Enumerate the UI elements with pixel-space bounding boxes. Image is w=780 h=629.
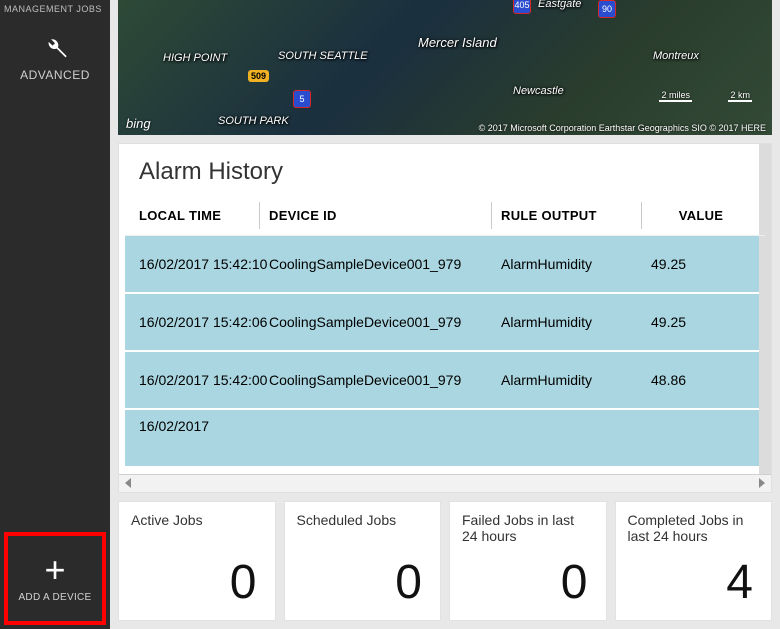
cell-value: 48.86 bbox=[651, 372, 751, 388]
tile-value: 0 bbox=[297, 555, 429, 610]
sidebar-item-advanced[interactable]: ADVANCED bbox=[0, 34, 110, 82]
tile-scheduled-jobs[interactable]: Scheduled Jobs 0 bbox=[284, 501, 442, 621]
map-route-509: 509 bbox=[248, 70, 269, 82]
cell-rule: AlarmHumidity bbox=[501, 314, 651, 330]
bing-logo: bing bbox=[126, 116, 151, 131]
tile-value: 0 bbox=[462, 555, 594, 610]
tile-active-jobs[interactable]: Active Jobs 0 bbox=[118, 501, 276, 621]
table-row[interactable]: 16/02/2017 15:42:10 CoolingSampleDevice0… bbox=[125, 236, 765, 294]
tile-label: Failed Jobs in last 24 hours bbox=[462, 512, 594, 544]
col-local-time[interactable]: LOCAL TIME bbox=[139, 208, 269, 223]
plus-icon: + bbox=[12, 552, 98, 588]
tile-failed-jobs[interactable]: Failed Jobs in last 24 hours 0 bbox=[449, 501, 607, 621]
map-label-newcastle: Newcastle bbox=[513, 85, 564, 97]
table-row[interactable]: 16/02/2017 bbox=[125, 410, 765, 468]
map-label-mercer-island: Mercer Island bbox=[418, 35, 497, 50]
cell-value: 49.25 bbox=[651, 314, 751, 330]
vertical-scrollbar[interactable] bbox=[759, 144, 771, 474]
horizontal-scrollbar[interactable] bbox=[119, 474, 771, 492]
advanced-label: ADVANCED bbox=[0, 68, 110, 82]
cell-rule: AlarmHumidity bbox=[501, 256, 651, 272]
add-device-button[interactable]: + ADD A DEVICE bbox=[4, 532, 106, 625]
map-route-i5: 5 bbox=[293, 90, 311, 108]
tile-value: 4 bbox=[628, 555, 760, 610]
map-label-montreux: Montreux bbox=[653, 50, 699, 62]
cell-time: 16/02/2017 bbox=[139, 418, 269, 434]
jobs-tiles-row: Active Jobs 0 Scheduled Jobs 0 Failed Jo… bbox=[118, 501, 772, 621]
tile-value: 0 bbox=[131, 555, 263, 610]
map-label-eastgate: Eastgate bbox=[538, 0, 581, 10]
map-credits: © 2017 Microsoft Corporation Earthstar G… bbox=[479, 123, 766, 133]
alarm-history-title: Alarm History bbox=[119, 144, 771, 196]
cell-device: CoolingSampleDevice001_979 bbox=[269, 372, 501, 388]
table-header: LOCAL TIME DEVICE ID RULE OUTPUT VALUE bbox=[125, 196, 765, 236]
sidebar: MANAGEMENT JOBS ADVANCED + ADD A DEVICE bbox=[0, 0, 110, 629]
table-row[interactable]: 16/02/2017 15:42:06 CoolingSampleDevice0… bbox=[125, 294, 765, 352]
map-label-south-seattle: SOUTH SEATTLE bbox=[278, 50, 368, 62]
cell-time: 16/02/2017 15:42:10 bbox=[139, 256, 269, 272]
tile-label: Completed Jobs in last 24 hours bbox=[628, 512, 760, 544]
cell-device: CoolingSampleDevice001_979 bbox=[269, 314, 501, 330]
map-label-high-point: HIGH POINT bbox=[163, 52, 227, 64]
map-panel[interactable]: HIGH POINT SOUTH SEATTLE Mercer Island E… bbox=[118, 0, 772, 135]
col-value[interactable]: VALUE bbox=[651, 208, 751, 223]
table-row[interactable]: 16/02/2017 15:42:00 CoolingSampleDevice0… bbox=[125, 352, 765, 410]
cell-device: CoolingSampleDevice001_979 bbox=[269, 256, 501, 272]
tile-completed-jobs[interactable]: Completed Jobs in last 24 hours 4 bbox=[615, 501, 773, 621]
cell-value: 49.25 bbox=[651, 256, 751, 272]
alarm-history-panel: Alarm History LOCAL TIME DEVICE ID RULE … bbox=[118, 143, 772, 493]
map-scale-miles: 2 miles bbox=[659, 90, 692, 102]
col-rule-output[interactable]: RULE OUTPUT bbox=[501, 208, 651, 223]
col-device-id[interactable]: DEVICE ID bbox=[269, 208, 501, 223]
main-content: HIGH POINT SOUTH SEATTLE Mercer Island E… bbox=[110, 0, 780, 629]
map-route-i405: 405 bbox=[513, 0, 531, 14]
tile-label: Active Jobs bbox=[131, 512, 263, 528]
map-route-i90: 90 bbox=[598, 0, 616, 18]
cell-rule: AlarmHumidity bbox=[501, 372, 651, 388]
cell-time: 16/02/2017 15:42:06 bbox=[139, 314, 269, 330]
alarm-table: LOCAL TIME DEVICE ID RULE OUTPUT VALUE 1… bbox=[119, 196, 771, 474]
cell-time: 16/02/2017 15:42:00 bbox=[139, 372, 269, 388]
sidebar-item-management-jobs[interactable]: MANAGEMENT JOBS bbox=[0, 2, 110, 24]
wrench-icon bbox=[41, 34, 69, 62]
map-label-south-park: SOUTH PARK bbox=[218, 115, 289, 127]
map-scale-km: 2 km bbox=[728, 90, 752, 102]
add-device-label: ADD A DEVICE bbox=[12, 592, 98, 603]
tile-label: Scheduled Jobs bbox=[297, 512, 429, 528]
